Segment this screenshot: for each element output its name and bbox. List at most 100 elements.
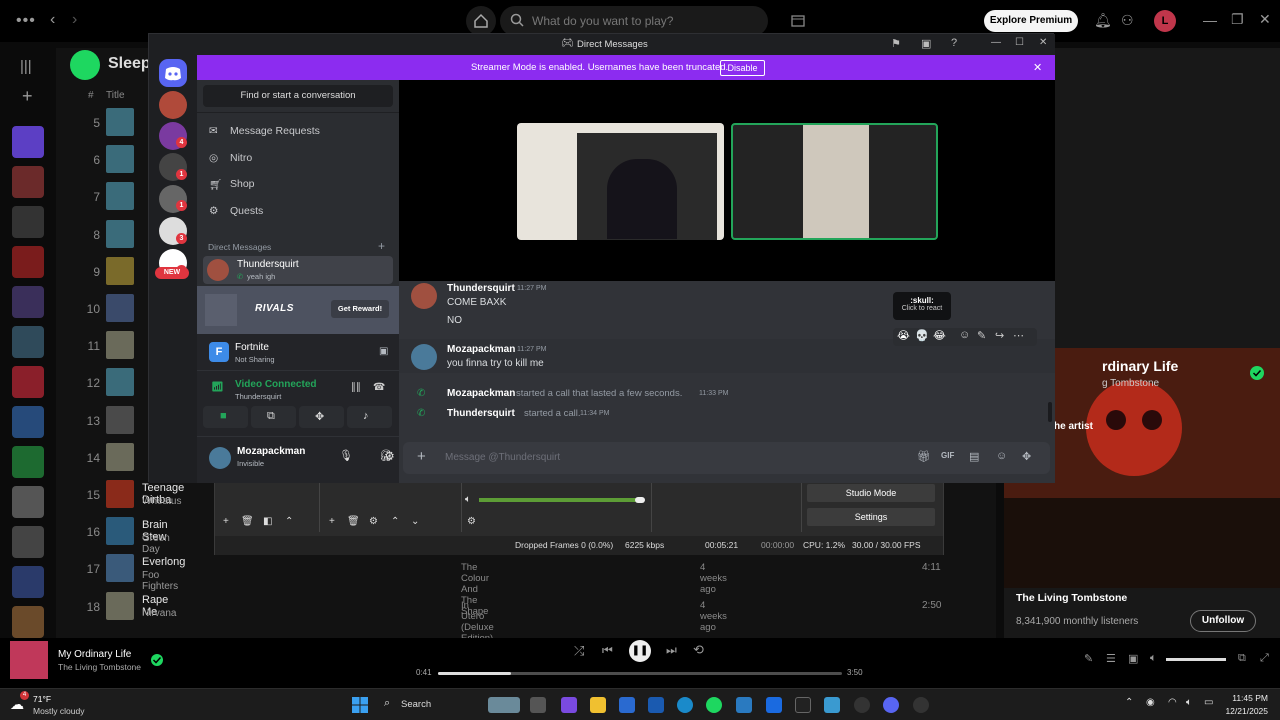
add-icon[interactable]: + [22,86,33,107]
chat-scrollbar[interactable] [1048,402,1052,422]
audio-settings-icon[interactable]: ⚙ [467,516,476,527]
library-thumb[interactable] [12,526,44,558]
camera-button[interactable]: ■ [203,406,248,428]
video-tile-self[interactable] [731,123,938,240]
nav-nitro[interactable]: Nitro [230,152,252,164]
taskbar-app[interactable] [736,697,752,713]
taskbar-app[interactable] [619,697,635,713]
maximize-icon[interactable]: ❐ [1231,11,1244,28]
taskbar-app[interactable] [530,697,546,713]
activities-button[interactable]: ✥ [299,406,344,428]
library-thumb[interactable] [12,246,44,278]
next-icon[interactable]: ⏭ [666,643,677,658]
battery-icon[interactable]: ▭ [1204,697,1213,708]
tray-chevron-icon[interactable]: ⌃ [1125,697,1133,708]
menu-dots-icon[interactable]: ••• [16,12,36,30]
queue-icon[interactable]: ☰ [1106,652,1116,665]
browse-icon[interactable] [790,13,806,29]
attach-plus-icon[interactable]: + [417,448,426,465]
taskbar-app[interactable] [488,697,520,713]
gift-icon[interactable]: 🎁︎ [917,450,931,463]
new-dm-icon[interactable]: + [378,239,385,253]
microphone-icon[interactable]: 🎙︎ [339,449,353,462]
apps-icon[interactable]: ✥ [1022,450,1031,463]
obs-icon[interactable] [854,697,870,713]
video-tile-remote[interactable] [517,123,724,240]
disconnect-icon[interactable]: ☎ [373,382,385,393]
soundboard-button[interactable]: ♪ [347,406,392,428]
volume-handle[interactable] [635,497,645,503]
explore-premium-button[interactable]: Explore Premium [984,10,1078,32]
home-button[interactable] [466,6,496,36]
previous-icon[interactable]: ⏮ [602,643,613,658]
library-thumb[interactable] [12,326,44,358]
move-down-icon[interactable]: ⌄ [411,516,419,527]
pause-button[interactable]: ❚❚ [629,640,651,662]
library-thumb[interactable] [12,286,44,318]
unfollow-button[interactable]: Unfollow [1190,610,1256,632]
clock-date[interactable]: 12/21/2025 [1224,706,1268,716]
terminal-icon[interactable] [795,697,811,713]
wifi-icon[interactable]: ◠ [1168,697,1177,708]
progress-track[interactable] [438,672,842,675]
disable-streamer-button[interactable]: Disable [720,60,765,76]
tray-icon[interactable]: ◉ [1146,697,1155,708]
taskbar-search[interactable]: Search [401,699,431,710]
forward-arrow-icon[interactable]: › [72,11,77,29]
forward-icon[interactable]: ↪ [995,329,1004,342]
back-arrow-icon[interactable]: ‹ [50,11,55,29]
spotify-icon[interactable] [706,697,722,713]
fullscreen-icon[interactable]: ⤢ [1260,652,1269,665]
taskbar-app[interactable] [766,697,782,713]
dm-item-thundersquirt[interactable]: Thundersquirt ✆ yeah igh [203,256,393,284]
taskbar-app[interactable] [913,697,929,713]
saved-check-icon[interactable] [150,653,164,667]
message-author[interactable]: Thundersquirt [447,283,515,294]
message-author[interactable]: Mozapackman [447,344,515,355]
windows-start-icon[interactable] [352,697,368,713]
call-author[interactable]: Mozapackman [447,388,515,399]
nav-shop[interactable]: Shop [230,178,255,190]
file-explorer-icon[interactable] [590,697,606,713]
screen-icon[interactable]: ▣ [921,37,931,50]
now-playing-cover[interactable] [10,641,48,679]
library-thumb[interactable] [12,486,44,518]
library-thumb[interactable] [12,446,44,478]
copilot-icon[interactable] [561,697,577,713]
move-up-icon[interactable]: ⌃ [391,516,399,527]
bell-icon[interactable]: 🔔︎ [1094,12,1112,29]
rivals-promo[interactable]: RIVALS Get Reward! [197,286,399,334]
emoji-icon[interactable]: ☺ [996,450,1007,462]
remove-source-icon[interactable]: 🗑︎ [347,516,360,527]
server-avatar[interactable] [159,91,187,119]
clock-time[interactable]: 11:45 PM [1232,693,1268,703]
artist-name[interactable]: The Living Tombstone [1016,592,1127,604]
add-reaction-icon[interactable]: ☺ [959,329,970,341]
find-conversation-button[interactable]: Find or start a conversation [203,85,393,107]
lyrics-icon[interactable]: ✎ [1084,652,1093,665]
speaker-icon[interactable]: 🔈︎ [465,494,471,505]
library-thumb[interactable] [12,406,44,438]
library-thumb[interactable] [12,606,44,638]
play-button[interactable] [70,50,100,80]
device-icon[interactable]: ▣ [1128,652,1138,665]
library-thumb[interactable] [12,366,44,398]
more-options-icon[interactable]: ⋯ [1013,329,1024,342]
player-song[interactable]: My Ordinary Life [58,649,131,660]
laughing-emoji-icon[interactable]: 😂 [933,329,946,342]
close-icon[interactable]: ✕ [1259,11,1271,28]
nav-message-requests[interactable]: Message Requests [230,125,320,137]
outlook-icon[interactable] [648,697,664,713]
nav-quests[interactable]: Quests [230,205,263,217]
avatar[interactable] [411,283,437,309]
volume-slider[interactable] [1166,658,1226,661]
saved-check-icon[interactable] [1250,366,1264,380]
volume-icon[interactable]: 🔈︎ [1186,697,1192,708]
edge-icon[interactable] [677,697,693,713]
mini-player-icon[interactable]: ⧉ [1238,652,1246,665]
move-up-icon[interactable]: ⌃ [285,516,293,527]
spotify-avatar[interactable]: L [1154,10,1176,32]
minimize-icon[interactable]: — [991,37,1001,48]
close-icon[interactable]: ✕ [1039,37,1047,48]
stream-icon[interactable]: ▣ [379,346,388,357]
